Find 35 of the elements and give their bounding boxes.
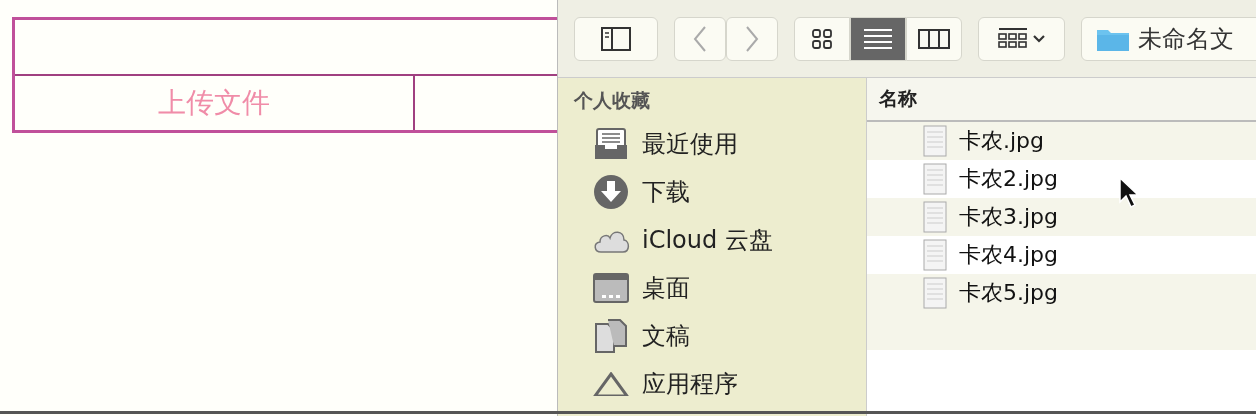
sidebar-toggle-button[interactable] bbox=[574, 16, 659, 61]
chevron-left-icon bbox=[692, 24, 709, 53]
documents-icon bbox=[592, 318, 630, 354]
file-row[interactable]: 卡农5.jpg bbox=[867, 274, 1256, 312]
file-row[interactable]: 卡农.jpg bbox=[867, 122, 1256, 160]
list-icon bbox=[863, 27, 894, 50]
sidebar-section-title: 个人收藏 bbox=[574, 88, 651, 113]
view-mode-button[interactable] bbox=[850, 16, 907, 61]
sidebar-item[interactable]: 应用程序 bbox=[574, 360, 738, 408]
sidebar-item[interactable]: iCloud 云盘 bbox=[574, 216, 773, 264]
download-icon bbox=[592, 174, 630, 210]
apps-icon bbox=[592, 372, 630, 396]
sidebar-item[interactable]: 最近使用 bbox=[574, 120, 738, 168]
image-file-icon bbox=[923, 201, 947, 233]
sidebar-item[interactable]: 桌面 bbox=[574, 264, 690, 312]
path-popup-button[interactable]: 未命名文 bbox=[1080, 16, 1256, 61]
image-file-icon bbox=[923, 125, 947, 157]
file-row[interactable]: 卡农3.jpg bbox=[867, 198, 1256, 236]
arrange-button[interactable] bbox=[978, 16, 1065, 61]
sidebar-item[interactable]: 下载 bbox=[574, 168, 690, 216]
sidebar-item[interactable]: 文稿 bbox=[574, 312, 690, 360]
view-mode-button[interactable] bbox=[906, 16, 963, 61]
image-file-icon bbox=[923, 163, 947, 195]
tray-icon bbox=[592, 127, 630, 161]
image-file-icon bbox=[923, 277, 947, 309]
columns-icon bbox=[918, 27, 951, 50]
sidebar-icon bbox=[600, 25, 633, 52]
file-row[interactable]: 卡农2.jpg bbox=[867, 160, 1256, 198]
image-file-icon bbox=[923, 239, 947, 271]
view-mode-button[interactable] bbox=[794, 16, 851, 61]
desktop-icon bbox=[592, 273, 630, 303]
grid-icon bbox=[811, 27, 834, 50]
name-column-header[interactable]: 名称 bbox=[867, 78, 1256, 122]
file-row[interactable]: 卡农4.jpg bbox=[867, 236, 1256, 274]
chevron-right-icon bbox=[744, 24, 761, 53]
